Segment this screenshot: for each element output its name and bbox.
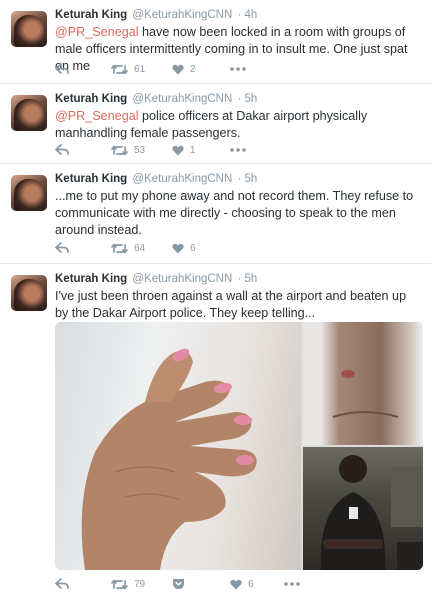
more-dots-icon xyxy=(284,582,300,586)
photo-injured-hand[interactable] xyxy=(55,322,301,570)
reply-arrow-icon xyxy=(55,578,69,589)
tweet[interactable]: Keturah King @KeturahKingCNN · 4h @PR_Se… xyxy=(0,0,431,84)
tweet[interactable]: Keturah King @KeturahKingCNN · 5h I've j… xyxy=(0,264,431,600)
more-button[interactable] xyxy=(284,576,300,592)
avatar[interactable] xyxy=(11,275,47,311)
tweet-time[interactable]: · 5h xyxy=(238,173,258,185)
tweet-header: Keturah King @KeturahKingCNN · 4h xyxy=(55,9,257,25)
avatar[interactable] xyxy=(11,11,47,47)
tweet-header: Keturah King @KeturahKingCNN · 5h xyxy=(55,173,257,189)
tweet[interactable]: Keturah King @KeturahKingCNN · 5h @PR_Se… xyxy=(0,84,431,164)
tweet[interactable]: Keturah King @KeturahKingCNN · 5h ...me … xyxy=(0,164,431,264)
like-button[interactable]: 2 xyxy=(172,61,196,77)
reply-button[interactable] xyxy=(55,240,69,256)
author-handle[interactable]: @KeturahKingCNN xyxy=(132,173,232,185)
retweet-icon xyxy=(111,579,128,589)
author-name[interactable]: Keturah King xyxy=(55,93,127,105)
author-name[interactable]: Keturah King xyxy=(55,273,127,285)
media-grid xyxy=(55,322,423,570)
heart-icon xyxy=(230,579,242,589)
tweet-header: Keturah King @KeturahKingCNN · 5h xyxy=(55,273,257,289)
like-count: 2 xyxy=(190,63,196,75)
reply-arrow-icon xyxy=(55,242,69,253)
author-handle[interactable]: @KeturahKingCNN xyxy=(132,93,232,105)
like-count: 6 xyxy=(190,242,196,254)
retweet-count: 79 xyxy=(134,578,146,590)
more-dots-icon xyxy=(230,148,246,152)
officer-illustration xyxy=(320,455,423,570)
tweet-time[interactable]: · 5h xyxy=(238,273,258,285)
heart-icon xyxy=(172,145,184,155)
mention-link[interactable]: @PR_Senegal xyxy=(55,109,139,123)
reply-button[interactable] xyxy=(55,576,69,592)
more-dots-icon xyxy=(230,67,246,71)
tweet-feed: Keturah King @KeturahKingCNN · 4h @PR_Se… xyxy=(0,0,431,600)
hand-illustration xyxy=(81,348,257,570)
tweet-header: Keturah King @KeturahKingCNN · 5h xyxy=(55,93,257,109)
mention-link[interactable]: @PR_Senegal xyxy=(55,25,139,39)
author-handle[interactable]: @KeturahKingCNN xyxy=(132,9,232,21)
pocket-save-icon xyxy=(173,579,184,589)
reply-arrow-icon xyxy=(55,63,69,74)
retweet-icon xyxy=(111,145,128,155)
author-name[interactable]: Keturah King xyxy=(55,9,127,21)
retweet-icon xyxy=(111,64,128,74)
like-button[interactable]: 1 xyxy=(172,142,196,158)
more-button[interactable] xyxy=(230,142,246,158)
avatar[interactable] xyxy=(11,95,47,131)
tweet-text: I've just been throen against a wall at … xyxy=(55,289,407,320)
heart-icon xyxy=(172,243,184,253)
like-button[interactable]: 6 xyxy=(230,576,254,592)
leg-illustration xyxy=(332,370,399,418)
retweet-button[interactable]: 53 xyxy=(111,142,145,158)
like-count: 6 xyxy=(248,578,254,590)
retweet-count: 53 xyxy=(134,144,146,156)
like-button[interactable]: 6 xyxy=(172,240,196,256)
tweet-text: ...me to put my phone away and not recor… xyxy=(55,189,414,237)
retweet-button[interactable]: 64 xyxy=(111,240,145,256)
photo-bruised-leg[interactable] xyxy=(303,322,423,445)
author-handle[interactable]: @KeturahKingCNN xyxy=(132,273,232,285)
retweet-button[interactable]: 61 xyxy=(111,61,145,77)
photo-police-officer[interactable] xyxy=(303,447,423,570)
retweet-button[interactable]: 79 xyxy=(111,576,145,592)
more-button[interactable] xyxy=(230,61,246,77)
tweet-time[interactable]: · 4h xyxy=(238,9,258,21)
heart-icon xyxy=(172,64,184,74)
retweet-count: 61 xyxy=(134,63,146,75)
save-button[interactable] xyxy=(172,576,185,592)
author-name[interactable]: Keturah King xyxy=(55,173,127,185)
avatar[interactable] xyxy=(11,175,47,211)
reply-button[interactable] xyxy=(55,61,69,77)
reply-button[interactable] xyxy=(55,142,69,158)
tweet-text: @PR_Senegal police officers at Dakar air… xyxy=(55,108,421,142)
retweet-icon xyxy=(111,243,128,253)
reply-arrow-icon xyxy=(55,144,69,155)
retweet-count: 64 xyxy=(134,242,146,254)
like-count: 1 xyxy=(190,144,196,156)
tweet-time[interactable]: · 5h xyxy=(238,93,258,105)
